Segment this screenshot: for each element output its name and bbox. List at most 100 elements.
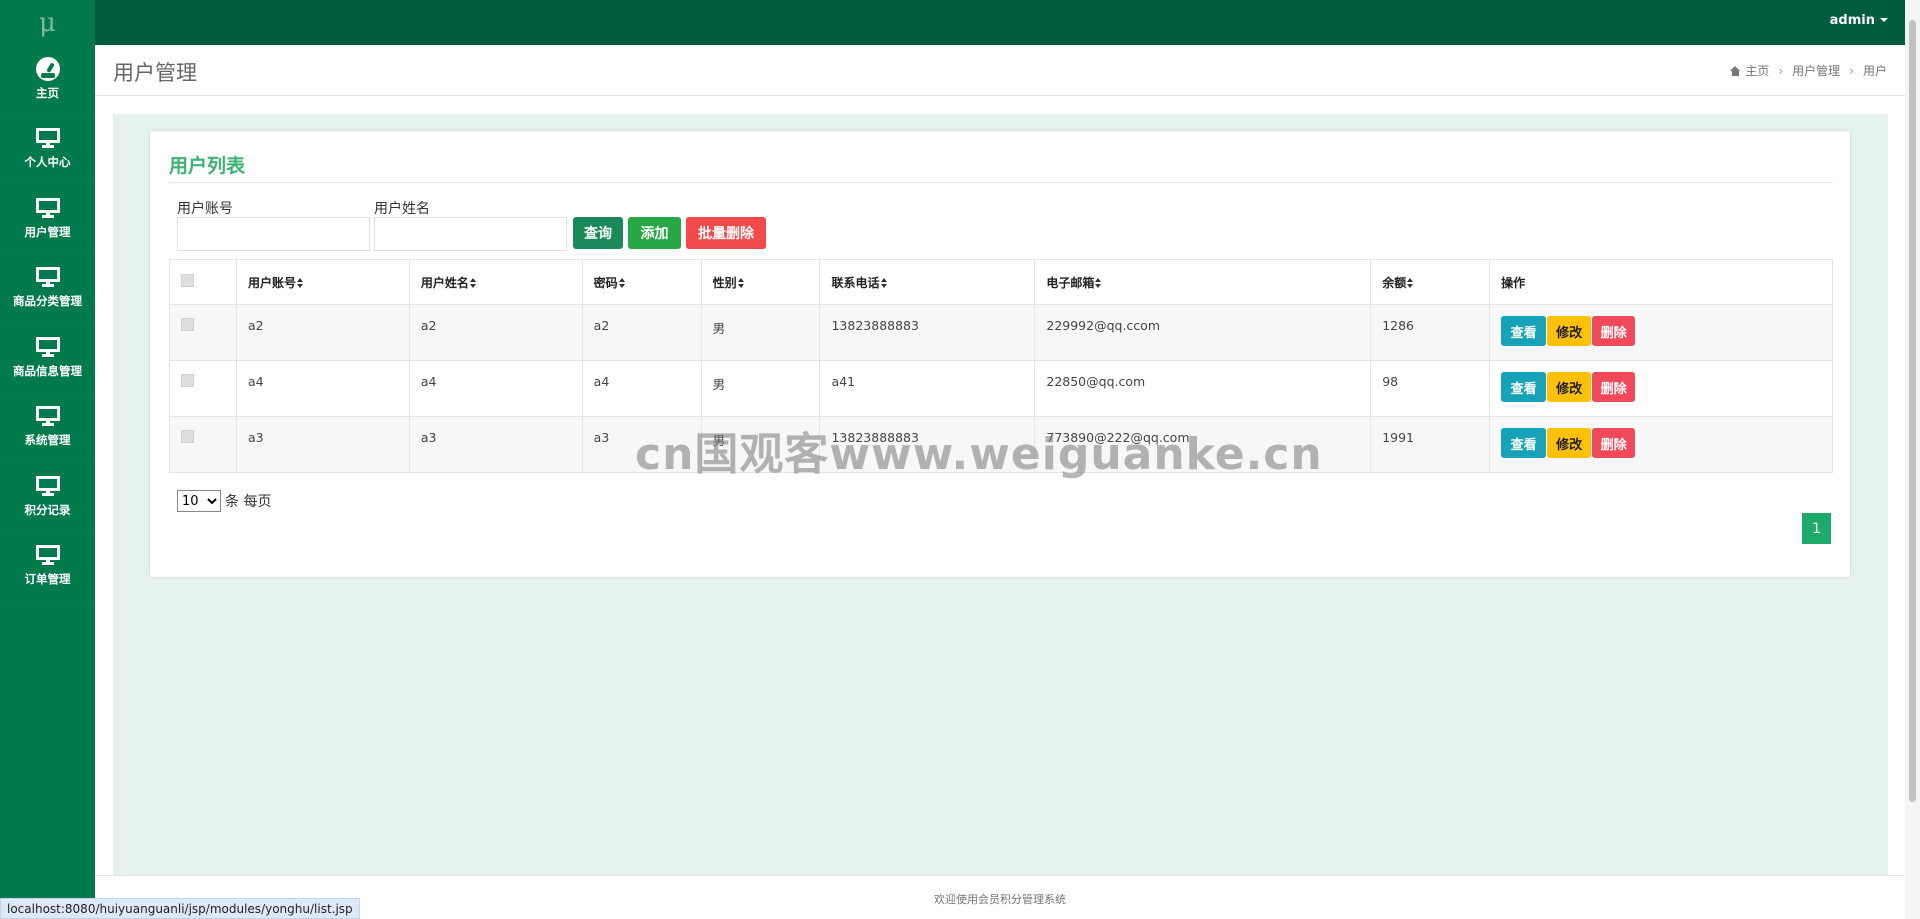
batch-delete-button[interactable]: 批量删除 [686,217,766,249]
breadcrumb: 主页 › 用户管理 › 用户 [1730,62,1887,79]
cell-email: 773890@222@qq.com [1034,416,1372,473]
breadcrumb-home[interactable]: 主页 [1745,62,1769,79]
caret-down-icon [1880,18,1888,22]
cell-phone: 13823888883 [819,304,1036,361]
cell-gender: 男 [700,360,821,417]
pagination-page-button[interactable]: 1 [1802,513,1831,544]
sort-icon[interactable] [1095,278,1102,288]
column-header-label: 联系电话 [831,276,880,290]
column-header-label: 用户账号 [247,276,296,290]
row-checkbox[interactable] [181,374,194,387]
edit-button[interactable]: 修改 [1547,372,1592,402]
cell-phone: 13823888883 [819,416,1036,473]
cell-balance: 98 [1370,360,1491,417]
account-search-input[interactable] [177,217,370,251]
breadcrumb-separator: › [1849,63,1854,78]
column-header-name[interactable]: 用户姓名 [408,259,583,305]
monitor-icon [35,544,61,566]
view-button[interactable]: 查看 [1501,372,1547,402]
delete-button[interactable]: 删除 [1592,428,1636,458]
user-name: admin [1829,12,1875,28]
page-header: 用户管理 主页 › 用户管理 › 用户 [95,45,1905,96]
sort-icon[interactable] [880,278,888,288]
column-header-email[interactable]: 电子邮箱 [1034,259,1372,305]
column-header-balance[interactable]: 余额 [1370,259,1491,305]
page-size-control: 10 条 每页 [177,490,271,512]
user-table: 用户账号 用户姓名 密码 性别 联系电话 电子邮箱 余额 操作 a2 a2 a2… [169,259,1833,473]
column-header-gender[interactable]: 性别 [700,259,821,305]
cell-account: a2 [235,304,410,361]
sort-icon[interactable] [618,278,626,288]
account-search-group: 用户账号 [177,198,370,251]
user-menu[interactable]: admin [1830,0,1888,40]
cell-name: a2 [408,304,583,361]
cell-balance: 1991 [1370,416,1491,473]
user-list-card: 用户列表 用户账号 用户姓名 查询 添加 批量删除 用户账号 用户姓名 密码 性… [150,131,1850,577]
column-header-account[interactable]: 用户账号 [235,259,410,305]
page-scrollbar[interactable] [1905,0,1920,919]
column-header-label: 余额 [1382,276,1407,290]
monitor-icon [35,127,61,149]
sidebar-item-home[interactable]: 主页 [0,45,95,115]
sort-icon[interactable] [469,278,477,288]
row-checkbox[interactable] [181,318,194,331]
name-search-input[interactable] [374,217,567,251]
delete-button[interactable]: 删除 [1592,372,1636,402]
sidebar-item-label: 商品分类管理 [13,294,82,309]
sort-icon[interactable] [737,278,745,288]
view-button[interactable]: 查看 [1501,316,1547,346]
app-logo[interactable]: μ [0,0,95,45]
sidebar-item-product-management[interactable]: 商品信息管理 [0,323,95,393]
cell-email: 229992@qq.ccom [1034,304,1372,361]
cell-account: a3 [235,416,410,473]
monitor-icon [35,475,61,497]
card-title: 用户列表 [169,155,246,177]
breadcrumb-user-management[interactable]: 用户管理 [1792,62,1840,79]
cell-email: 22850@qq.com [1034,360,1372,417]
row-select-cell [169,416,237,473]
page-size-select[interactable]: 10 [177,490,221,512]
sidebar-item-points-records[interactable]: 积分记录 [0,462,95,532]
cell-actions: 查看 修改 删除 [1489,416,1833,473]
account-search-label: 用户账号 [177,201,233,217]
cell-name: a4 [408,360,583,417]
query-button[interactable]: 查询 [573,217,623,249]
cell-password: a4 [581,360,702,417]
view-button[interactable]: 查看 [1501,428,1547,458]
cell-balance: 1286 [1370,304,1491,361]
cell-password: a2 [581,304,702,361]
footer-text: 欢迎使用会员积分管理系统 [934,893,1066,906]
sort-icon[interactable] [296,278,304,288]
table-row: a3 a3 a3 男 13823888883 773890@222@qq.com… [169,416,1833,473]
sidebar-item-personal-center[interactable]: 个人中心 [0,115,95,184]
cell-phone: a41 [819,360,1036,417]
name-search-label: 用户姓名 [374,201,430,217]
sidebar-item-system-management[interactable]: 系统管理 [0,393,95,462]
sidebar-item-category-management[interactable]: 商品分类管理 [0,254,95,323]
row-checkbox[interactable] [181,430,194,443]
monitor-icon [35,197,61,219]
column-header-label: 电子邮箱 [1046,276,1095,290]
dashboard-icon [35,56,61,81]
sort-icon[interactable] [1407,278,1414,288]
page-size-suffix: 条 每页 [225,494,272,510]
sidebar-item-order-management[interactable]: 订单管理 [0,532,95,601]
column-header-label: 密码 [593,276,618,290]
column-header-label: 用户姓名 [420,276,469,290]
column-header-phone[interactable]: 联系电话 [819,259,1036,305]
page-title: 用户管理 [113,61,197,85]
cell-actions: 查看 修改 删除 [1489,304,1833,361]
sidebar: 主页 个人中心 用户管理 商品分类管理 商品信息管理 系统管理 积分记录 订单管… [0,45,95,919]
edit-button[interactable]: 修改 [1547,428,1592,458]
breadcrumb-separator: › [1778,63,1784,78]
add-button[interactable]: 添加 [628,217,681,249]
row-select-cell [169,360,237,417]
delete-button[interactable]: 删除 [1592,316,1636,346]
column-header-password[interactable]: 密码 [581,259,702,305]
home-icon [1730,65,1741,76]
sidebar-item-label: 积分记录 [24,502,71,517]
select-all-checkbox[interactable] [181,274,194,287]
scrollbar-thumb[interactable] [1909,20,1916,802]
sidebar-item-user-management[interactable]: 用户管理 [0,184,95,254]
edit-button[interactable]: 修改 [1547,316,1592,346]
